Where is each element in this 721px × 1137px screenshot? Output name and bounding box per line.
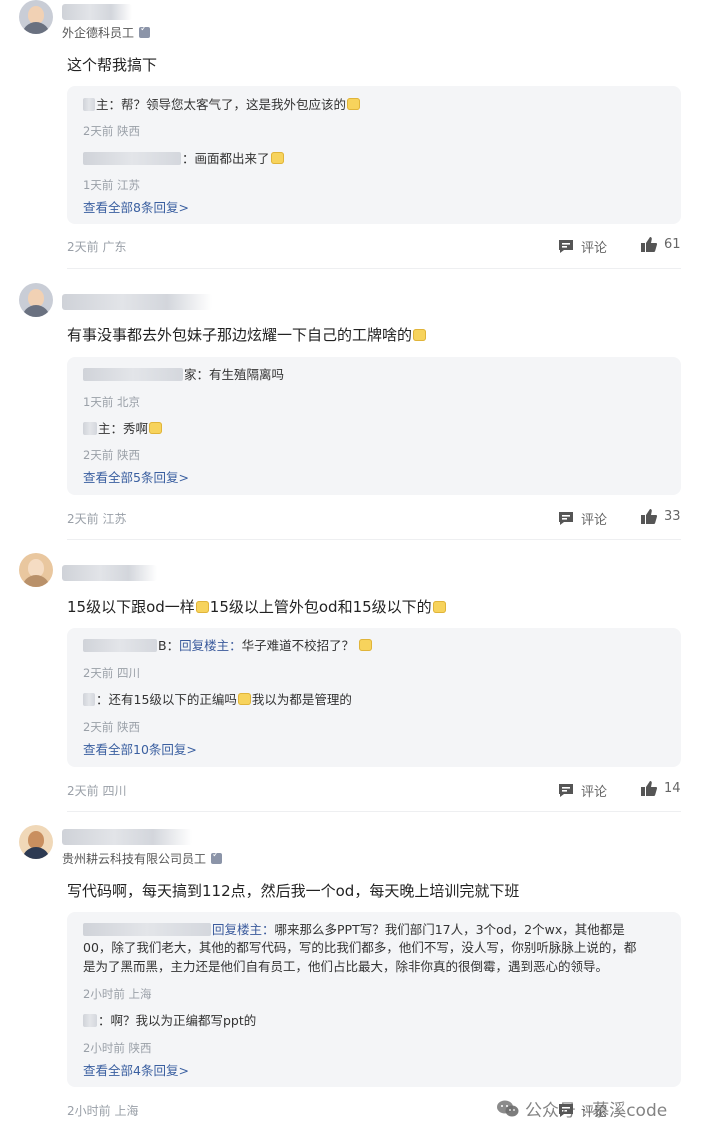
emoji-icon (270, 152, 284, 164)
wechat-icon (497, 1100, 519, 1116)
thumbs-up-icon (641, 237, 657, 252)
thumbs-up-icon (641, 509, 657, 524)
reply-line: 00，除了我们老大，其他的都写代码，写的比我们都多，他们不写，没人写，你别听脉脉… (83, 940, 637, 955)
like-button[interactable]: 33 (641, 509, 681, 524)
reply-box: B：回复楼主：华子难道不校招了？ 2天前 四川 ：还有15级以下的正编吗 我以为都… (67, 628, 681, 767)
reply-box: 主：帮？领导您太客气了，这是我外包应该的 2天前 陕西 ：画面都出来了 1天前 … (67, 86, 681, 224)
reply-box: 回复楼主：哪来那么多PPT写？我们部门17人，3个od，2个wx，其他都是 00… (67, 912, 681, 1087)
reply: 主：帮？领导您太客气了，这是我外包应该的 (83, 95, 665, 115)
like-button[interactable]: 61 (641, 237, 681, 252)
reply-to-link[interactable]: 回复楼主： (179, 638, 242, 653)
emoji-icon (149, 422, 163, 434)
divider (67, 811, 681, 812)
emoji-icon (359, 639, 373, 651)
reply-meta: 2小时前 上海 (83, 987, 152, 1001)
verified-icon (211, 850, 223, 864)
avatar[interactable] (19, 0, 53, 34)
emoji-icon (347, 98, 361, 110)
view-all-replies-link[interactable]: 查看全部10条回复> (83, 739, 197, 758)
comment-button[interactable]: 评论 (558, 237, 607, 256)
reply: 家：有生殖隔离吗 (83, 365, 665, 385)
emoji-icon (432, 601, 446, 613)
username-blurred[interactable] (62, 4, 132, 20)
reply-meta: 2天前 陕西 (83, 124, 140, 138)
reply-meta: 2天前 陕西 (83, 720, 140, 734)
username-blurred[interactable] (62, 294, 212, 310)
username-blurred[interactable] (62, 565, 157, 581)
comment-meta: 2天前 江苏 (67, 512, 127, 526)
like-button[interactable]: 14 (641, 781, 681, 796)
view-all-replies-link[interactable]: 查看全部5条回复> (83, 467, 189, 486)
reply-meta: 2天前 陕西 (83, 448, 140, 462)
comment-text: 有事没事都去外包妹子那边炫耀一下自己的工牌啥的 (67, 324, 427, 345)
view-all-replies-link[interactable]: 查看全部4条回复> (83, 1060, 189, 1079)
comment-button[interactable]: 评论 (558, 781, 607, 800)
user-company: 贵州耕云科技有限公司员工 (62, 850, 223, 867)
comment-text: 这个帮我搞下 (67, 56, 158, 74)
reply: ：还有15级以下的正编吗 我以为都是管理的 (83, 690, 665, 710)
watermark: 公众号 · 慕溪code (497, 1096, 667, 1121)
comment-icon (559, 784, 573, 797)
avatar[interactable] (19, 825, 53, 859)
comment-meta: 2天前 四川 (67, 784, 127, 798)
reply: 主：秀啊 (83, 419, 665, 439)
comment-icon (559, 512, 573, 525)
avatar[interactable] (19, 283, 53, 317)
reply-to-link[interactable]: 回复楼主： (212, 922, 275, 937)
avatar[interactable] (19, 553, 53, 587)
reply-meta: 1天前 江苏 (83, 178, 140, 192)
comment-meta: 2小时前 上海 (67, 1104, 139, 1118)
divider (67, 268, 681, 269)
emoji-icon (237, 693, 251, 705)
reply-box: 家：有生殖隔离吗 1天前 北京 主：秀啊 2天前 陕西 查看全部5条回复> (67, 357, 681, 495)
view-all-replies-link[interactable]: 查看全部8条回复> (83, 197, 189, 216)
thumbs-up-icon (641, 781, 657, 796)
user-company: 外企德科员工 (62, 24, 151, 41)
reply: ：啊？我以为正编都写ppt的 (83, 1011, 665, 1031)
verified-icon (139, 24, 151, 38)
reply-meta: 1天前 北京 (83, 395, 140, 409)
reply: 回复楼主：哪来那么多PPT写？我们部门17人，3个od，2个wx，其他都是 (83, 920, 665, 940)
divider (67, 539, 681, 540)
reply-meta: 2小时前 陕西 (83, 1041, 152, 1055)
username-blurred[interactable] (62, 829, 192, 845)
emoji-icon (195, 601, 209, 613)
comment-text: 15级以下跟od一样 15级以上管外包od和15级以下的 (67, 596, 447, 617)
comment-button[interactable]: 评论 (558, 509, 607, 528)
comment-text: 写代码啊，每天搞到112点，然后我一个od，每天晚上培训完就下班 (67, 882, 520, 900)
reply: ：画面都出来了 (83, 149, 665, 169)
reply-meta: 2天前 四川 (83, 666, 140, 680)
reply: B：回复楼主：华子难道不校招了？ (83, 636, 665, 656)
comment-icon (559, 240, 573, 253)
emoji-icon (413, 329, 427, 341)
reply-line: 是为了黑而黑，主力还是他们自有员工，他们占比最大，除非你真的很倒霉，遇到恶心的领… (83, 959, 609, 974)
comment-meta: 2天前 广东 (67, 240, 127, 254)
